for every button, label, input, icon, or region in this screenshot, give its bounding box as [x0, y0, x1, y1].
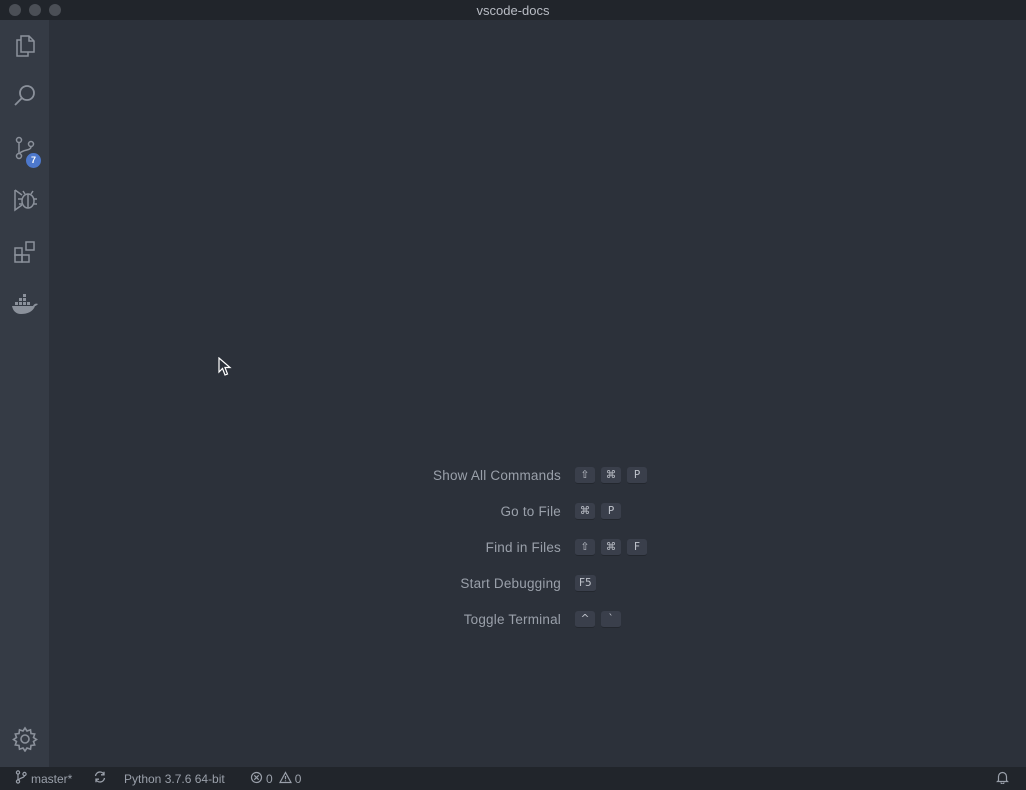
key-cap: ⇧	[575, 467, 595, 484]
gear-icon	[11, 726, 38, 752]
error-count: 0	[266, 771, 273, 786]
extensions-icon	[12, 239, 38, 265]
activity-explorer[interactable]	[0, 21, 49, 69]
notifications-button[interactable]	[996, 767, 1009, 790]
shortcut-label: Toggle Terminal	[463, 612, 561, 627]
shortcut-label: Go to File	[500, 504, 561, 519]
docker-icon	[11, 293, 39, 315]
key-cap: ⇧	[575, 539, 595, 556]
shortcut-label: Start Debugging	[460, 576, 561, 591]
search-icon	[12, 83, 38, 109]
key-cap: ^	[575, 611, 595, 628]
shortcut-row: Toggle Terminal ^ `	[49, 608, 1026, 644]
key-cap: ⌘	[601, 539, 621, 556]
debug-icon	[11, 186, 39, 214]
shortcut-label: Show All Commands	[433, 468, 561, 483]
shortcut-row: Go to File ⌘ P	[49, 500, 1026, 536]
sync-button[interactable]	[93, 767, 107, 790]
welcome-shortcuts: Show All Commands ⇧ ⌘ P Go to File ⌘ P F…	[49, 464, 1026, 644]
key-cap: P	[627, 467, 647, 484]
title-bar: vscode-docs	[0, 0, 1026, 20]
key-cap: F	[627, 539, 647, 556]
shortcut-keys: F5	[575, 575, 596, 592]
activity-debug[interactable]	[0, 176, 49, 224]
shortcut-keys: ⇧ ⌘ P	[575, 467, 647, 484]
activity-extensions[interactable]	[0, 228, 49, 276]
activity-manage[interactable]	[0, 715, 49, 763]
key-cap: F5	[575, 575, 596, 592]
shortcut-row: Find in Files ⇧ ⌘ F	[49, 536, 1026, 572]
bell-icon	[996, 770, 1009, 787]
activity-search[interactable]	[0, 72, 49, 120]
python-interpreter[interactable]: Python 3.7.6 64-bit	[124, 767, 225, 790]
error-icon	[250, 771, 263, 787]
shortcut-row: Start Debugging F5	[49, 572, 1026, 608]
branch-status[interactable]: master*	[15, 767, 72, 790]
activity-source-control[interactable]: 7	[0, 124, 49, 172]
git-branch-icon	[15, 770, 27, 787]
files-icon	[12, 32, 38, 58]
sync-icon	[93, 770, 107, 787]
warning-count: 0	[294, 771, 302, 786]
shortcut-row: Show All Commands ⇧ ⌘ P	[49, 464, 1026, 500]
source-control-badge: 7	[26, 153, 41, 168]
shortcut-keys: ⌘ P	[575, 503, 621, 520]
branch-name: master*	[31, 771, 73, 786]
activity-docker[interactable]	[0, 280, 49, 328]
key-cap: `	[601, 611, 621, 628]
activity-bar: 7	[0, 20, 49, 767]
key-cap: P	[601, 503, 621, 520]
problems-status[interactable]: 0 0	[250, 767, 301, 790]
key-cap: ⌘	[575, 503, 595, 520]
shortcut-keys: ⇧ ⌘ F	[575, 539, 647, 556]
editor-area[interactable]: Show All Commands ⇧ ⌘ P Go to File ⌘ P F…	[49, 20, 1026, 767]
window-title: vscode-docs	[476, 3, 550, 18]
warning-icon	[278, 770, 292, 787]
shortcut-keys: ^ `	[575, 611, 621, 628]
key-cap: ⌘	[601, 467, 621, 484]
vscode-window: vscode-docs 7 Show All Commands ⇧ ⌘ P Go…	[0, 0, 1026, 790]
mouse-pointer-icon	[218, 356, 232, 382]
shortcut-label: Find in Files	[485, 540, 561, 555]
status-bar: master* Python 3.7.6 64-bit 0 0	[0, 767, 1026, 790]
